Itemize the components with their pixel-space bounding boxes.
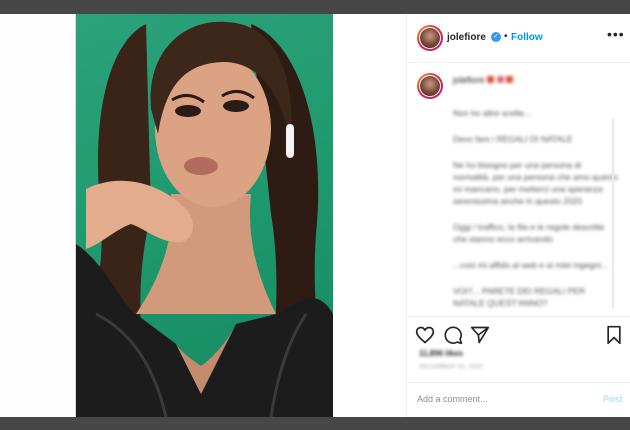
caption-avatar[interactable] [417, 73, 443, 99]
verified-badge-icon: ✓ [491, 32, 501, 42]
bookmark-icon[interactable] [604, 325, 624, 345]
follow-button[interactable]: Follow [511, 32, 543, 43]
post-date: DECEMBER 15, 2020 [419, 364, 484, 370]
post-photo[interactable] [76, 14, 333, 417]
action-bar [407, 316, 630, 353]
likes-count[interactable]: 11,896 likes [419, 349, 463, 358]
post-header: jolefiore ✓ • Follow ••• [407, 14, 630, 63]
heart-icon[interactable] [415, 325, 435, 345]
window-top-bar [0, 0, 630, 14]
post-comment-button[interactable]: Post [603, 394, 623, 404]
caption-username: jolefiore [453, 75, 514, 85]
caption-line: Ne ho bisogno per una persona di normali… [453, 160, 618, 206]
comment-box: Add a comment... Post [407, 382, 630, 418]
comment-icon[interactable] [443, 325, 463, 345]
username[interactable]: jolefiore [447, 32, 486, 43]
caption-line: ...così mi affido al web e ai miei ingeg… [453, 260, 608, 270]
caption-area: jolefiore Non ho altre scelte... Devo fa… [407, 63, 630, 315]
post-sidebar: jolefiore ✓ • Follow ••• jolefiore Non h… [406, 14, 630, 417]
caption-line: Non ho altre scelte... [453, 108, 531, 118]
post-modal: jolefiore ✓ • Follow ••• jolefiore Non h… [75, 14, 630, 417]
comment-input[interactable]: Add a comment... [417, 394, 488, 404]
caption-line: Oggi / traffico, la fila e le regole des… [453, 222, 605, 244]
separator-dot: • [504, 31, 508, 42]
caption-text: Non ho altre scelte... Devo fare i REGAL… [453, 107, 618, 315]
paper-plane-icon[interactable] [470, 325, 490, 345]
more-options-icon[interactable]: ••• [607, 26, 625, 42]
selfie-illustration [76, 21, 333, 417]
caption-scrollbar[interactable] [612, 118, 614, 308]
caption-line: Devo fare i REGALI DI NATALE [453, 134, 573, 144]
avatar[interactable] [417, 25, 443, 51]
caption-line: VOI?... PARETE DEI REGALI PER NATALE QUE… [453, 286, 586, 308]
window-bottom-bar [0, 417, 630, 430]
